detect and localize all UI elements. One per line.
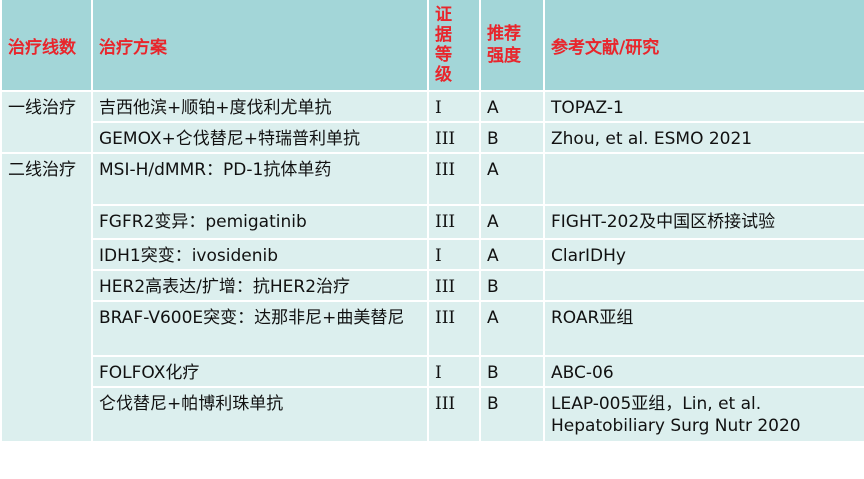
strength-cell: B xyxy=(481,388,543,443)
regimen-cell: GEMOX+仑伐替尼+特瑞普利单抗 xyxy=(93,123,427,154)
grade-cell: I xyxy=(429,92,479,123)
header-line: 治疗线数 xyxy=(2,0,91,92)
regimen-cell: FOLFOX化疗 xyxy=(93,357,427,388)
regimen-cell: BRAF-V600E突变：达那非尼+曲美替尼 xyxy=(93,302,427,357)
treatment-table: 治疗线数 治疗方案 证 据 等 级 推荐强度 参考文献/研究 一线治疗 吉西他滨… xyxy=(0,0,864,443)
strength-cell: A xyxy=(481,92,543,123)
header-grade-char: 证 xyxy=(435,5,452,25)
table-body: 一线治疗 吉西他滨+顺铂+度伐利尤单抗 I A TOPAZ-1 GEMOX+仑伐… xyxy=(2,92,864,443)
reference-cell: ABC-06 xyxy=(545,357,864,388)
grade-cell: III xyxy=(429,123,479,154)
regimen-cell: 仑伐替尼+帕博利珠单抗 xyxy=(93,388,427,443)
regimen-cell: IDH1突变：ivosidenib xyxy=(93,240,427,271)
header-grade-char: 级 xyxy=(435,65,452,85)
reference-cell: TOPAZ-1 xyxy=(545,92,864,123)
table-row: GEMOX+仑伐替尼+特瑞普利单抗 III B Zhou, et al. ESM… xyxy=(2,123,864,154)
reference-cell: ClarIDHy xyxy=(545,240,864,271)
table-row: 一线治疗 吉西他滨+顺铂+度伐利尤单抗 I A TOPAZ-1 xyxy=(2,92,864,154)
reference-cell: ROAR亚组 xyxy=(545,302,864,357)
strength-cell: B xyxy=(481,271,543,302)
header-regimen: 治疗方案 xyxy=(93,0,427,92)
table-row: FOLFOX化疗 I B ABC-06 xyxy=(2,357,864,388)
header-grade-char: 等 xyxy=(435,45,452,65)
reference-cell: Zhou, et al. ESMO 2021 xyxy=(545,123,864,154)
table-row: FGFR2变异：pemigatinib III A FIGHT-202及中国区桥… xyxy=(2,206,864,240)
table-header: 治疗线数 治疗方案 证 据 等 级 推荐强度 参考文献/研究 xyxy=(2,0,864,92)
grade-cell: III xyxy=(429,302,479,357)
grade-cell: III xyxy=(429,271,479,302)
reference-cell xyxy=(545,154,864,206)
strength-cell: B xyxy=(481,123,543,154)
table-row: IDH1突变：ivosidenib I A ClarIDHy xyxy=(2,240,864,271)
regimen-cell: 吉西他滨+顺铂+度伐利尤单抗 xyxy=(93,92,427,123)
strength-cell: A xyxy=(481,154,543,206)
table-row: HER2高表达/扩增：抗HER2治疗 III B xyxy=(2,271,864,302)
header-evidence-grade: 证 据 等 级 xyxy=(429,0,479,92)
regimen-cell: FGFR2变异：pemigatinib xyxy=(93,206,427,240)
grade-cell: III xyxy=(429,388,479,443)
strength-cell: B xyxy=(481,357,543,388)
strength-cell: A xyxy=(481,240,543,271)
grade-cell: III xyxy=(429,206,479,240)
strength-cell: A xyxy=(481,302,543,357)
header-reference: 参考文献/研究 xyxy=(545,0,864,92)
regimen-cell: HER2高表达/扩增：抗HER2治疗 xyxy=(93,271,427,302)
line-first: 一线治疗 xyxy=(2,92,91,154)
table-row: BRAF-V600E突变：达那非尼+曲美替尼 III A ROAR亚组 xyxy=(2,302,864,357)
line-second: 二线治疗 xyxy=(2,154,91,443)
table-row: 二线治疗 MSI-H/dMMR：PD-1抗体单药 III A xyxy=(2,154,864,443)
header-strength: 推荐强度 xyxy=(481,0,543,92)
grade-cell: I xyxy=(429,357,479,388)
grade-cell: III xyxy=(429,154,479,206)
header-grade-char: 据 xyxy=(435,25,452,45)
reference-cell xyxy=(545,271,864,302)
table-row: 仑伐替尼+帕博利珠单抗 III B LEAP-005亚组，Lin, et al.… xyxy=(2,388,864,443)
grade-cell: I xyxy=(429,240,479,271)
regimen-cell: MSI-H/dMMR：PD-1抗体单药 xyxy=(93,154,427,206)
reference-cell: LEAP-005亚组，Lin, et al. Hepatobiliary Sur… xyxy=(545,388,864,443)
reference-cell: FIGHT-202及中国区桥接试验 xyxy=(545,206,864,240)
strength-cell: A xyxy=(481,206,543,240)
